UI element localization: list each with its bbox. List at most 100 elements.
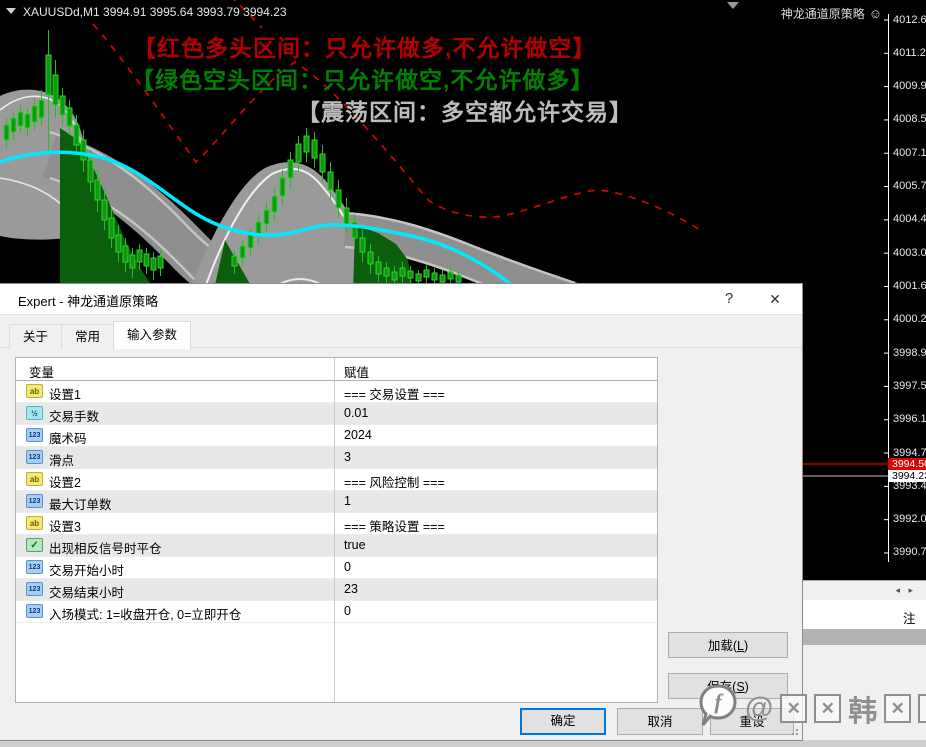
- string-type-icon: ab: [26, 516, 43, 530]
- double-type-icon: ½: [26, 406, 43, 420]
- price-label: 3992.05: [893, 513, 926, 526]
- param-value[interactable]: 0: [344, 560, 351, 574]
- scroll-arrows-icon[interactable]: ◂ ▸: [895, 585, 916, 596]
- price-label: 4000.25: [893, 313, 926, 326]
- param-row[interactable]: ab 设置2 === 风险控制 ===: [16, 469, 657, 491]
- param-value[interactable]: 2024: [344, 428, 372, 442]
- param-value[interactable]: === 策略设置 ===: [344, 516, 445, 535]
- param-row[interactable]: ab 设置3 === 策略设置 ===: [16, 513, 657, 535]
- param-name: 设置1: [49, 384, 81, 403]
- price-label: 4008.50: [893, 113, 926, 126]
- price-label: 4001.65: [893, 280, 926, 293]
- string-type-icon: ab: [26, 472, 43, 486]
- bool-type-icon: ✓: [26, 538, 43, 552]
- param-value[interactable]: 0.01: [344, 406, 368, 420]
- ok-button[interactable]: 确定: [520, 708, 606, 735]
- tab-about[interactable]: 关于: [9, 324, 62, 349]
- expert-properties-dialog: Expert - 神龙通道原策略 ? ✕ 关于常用输入参数 变量 赋值 ab 设置…: [0, 283, 803, 741]
- int-type-icon: 123: [26, 582, 43, 596]
- tab-inputs[interactable]: 输入参数: [113, 321, 191, 349]
- close-icon[interactable]: ✕: [758, 284, 792, 314]
- param-name: 设置3: [49, 516, 81, 535]
- price-label: 4012.65: [893, 14, 926, 27]
- param-row[interactable]: 123 入场模式: 1=收盘开仓, 0=立即开仓 0: [16, 601, 657, 623]
- param-value[interactable]: === 风险控制 ===: [344, 472, 445, 491]
- int-type-icon: 123: [26, 494, 43, 508]
- price-label: 4005.75: [893, 180, 926, 193]
- price-shift-marker[interactable]: [727, 2, 739, 9]
- parameters-table: 变量 赋值 ab设置1=== 交易设置 ===½交易手数0.01123魔术码20…: [15, 357, 658, 703]
- param-name: 设置2: [49, 472, 81, 491]
- watermark-logo-icon: f: [698, 683, 738, 734]
- int-type-icon: 123: [26, 604, 43, 618]
- param-name: 交易结束小时: [49, 582, 124, 601]
- tab-common[interactable]: 常用: [61, 324, 114, 349]
- symbol-dropdown-caret[interactable]: [6, 8, 16, 14]
- param-name: 魔术码: [49, 428, 87, 447]
- int-type-icon: 123: [26, 428, 43, 442]
- string-type-icon: ab: [26, 384, 43, 398]
- metatrader-window: XAUUSDd,M1 3994.91 3995.64 3993.79 3994.…: [0, 0, 926, 747]
- table-rows: ab设置1=== 交易设置 ===½交易手数0.01123魔术码2024123滑…: [16, 381, 657, 623]
- param-row[interactable]: ✓ 出现相反信号时平仓 true: [16, 535, 657, 557]
- dialog-title-bar[interactable]: Expert - 神龙通道原策略 ? ✕: [0, 284, 802, 315]
- help-button[interactable]: ?: [712, 284, 746, 314]
- watermark: f@✕✕韩✕✕✕: [698, 683, 926, 734]
- table-header-row: 变量 赋值: [16, 358, 657, 381]
- watermark-missing-glyph-box: ✕: [884, 694, 911, 723]
- param-name: 交易开始小时: [49, 560, 124, 579]
- param-name: 交易手数: [49, 406, 99, 425]
- watermark-missing-glyph-box: ✕: [814, 694, 841, 723]
- watermark-text: @: [745, 692, 773, 725]
- zone-overlay-text-0: 【红色多头区间：只允许做多,不允许做空】: [133, 29, 596, 63]
- param-name: 出现相反信号时平仓: [49, 538, 162, 557]
- param-row[interactable]: ½ 交易手数 0.01: [16, 403, 657, 425]
- symbol-period: XAUUSDd,M1: [23, 5, 100, 19]
- price-label: 4007.15: [893, 147, 926, 160]
- ohlc-values: 3994.91 3995.64 3993.79 3994.23: [103, 5, 287, 19]
- ea-smiley-icon: ☺: [869, 6, 882, 21]
- price-label: 3997.50: [893, 380, 926, 393]
- param-name: 最大订单数: [49, 494, 112, 513]
- price-label: 3998.90: [893, 347, 926, 360]
- int-type-icon: 123: [26, 450, 43, 464]
- param-value[interactable]: === 交易设置 ===: [344, 384, 445, 403]
- dialog-title: Expert - 神龙通道原策略: [18, 291, 158, 310]
- price-label: 4003.00: [893, 247, 926, 260]
- chart-symbol-title: XAUUSDd,M1 3994.91 3995.64 3993.79 3994.…: [6, 5, 287, 19]
- window-bottom-edge: [0, 740, 926, 747]
- load-button[interactable]: 加载(L): [668, 632, 788, 658]
- bid-price-tag: 3994.23: [888, 470, 926, 482]
- param-value[interactable]: 0: [344, 604, 351, 618]
- param-row[interactable]: 123 交易结束小时 23: [16, 579, 657, 601]
- dialog-tabstrip: 关于常用输入参数: [0, 321, 802, 348]
- cancel-button[interactable]: 取消: [617, 708, 703, 735]
- param-name: 入场模式: 1=收盘开仓, 0=立即开仓: [49, 604, 241, 623]
- param-name: 滑点: [49, 450, 74, 469]
- param-value[interactable]: true: [344, 538, 366, 552]
- param-row[interactable]: 123 交易开始小时 0: [16, 557, 657, 579]
- zone-overlay-text-1: 【绿色空头区间：只允许做空,不允许做多】: [131, 61, 594, 95]
- watermark-missing-glyph-box: ✕: [780, 694, 807, 723]
- price-label: 3996.15: [893, 413, 926, 426]
- param-row[interactable]: ab 设置1 === 交易设置 ===: [16, 381, 657, 403]
- column-header-variable: 变量: [29, 362, 54, 381]
- ea-status[interactable]: 神龙通道原策略 ☺: [781, 5, 882, 22]
- param-value[interactable]: 1: [344, 494, 351, 508]
- ask-price-tag: 3994.50: [888, 458, 926, 470]
- ea-name: 神龙通道原策略: [781, 7, 865, 21]
- watermark-text: 韩: [848, 688, 877, 730]
- param-value[interactable]: 23: [344, 582, 358, 596]
- price-label: 4009.90: [893, 80, 926, 93]
- param-row[interactable]: 123 魔术码 2024: [16, 425, 657, 447]
- column-header-value: 赋值: [344, 362, 369, 381]
- price-label: 3990.70: [893, 546, 926, 559]
- param-row[interactable]: 123 滑点 3: [16, 447, 657, 469]
- column-divider[interactable]: [334, 358, 335, 702]
- watermark-missing-glyph-box: ✕: [918, 694, 926, 723]
- zone-overlay-text-2: 【震荡区间：多空都允许交易】: [297, 93, 633, 127]
- price-label: 4011.25: [893, 47, 926, 60]
- param-row[interactable]: 123 最大订单数 1: [16, 491, 657, 513]
- int-type-icon: 123: [26, 560, 43, 574]
- param-value[interactable]: 3: [344, 450, 351, 464]
